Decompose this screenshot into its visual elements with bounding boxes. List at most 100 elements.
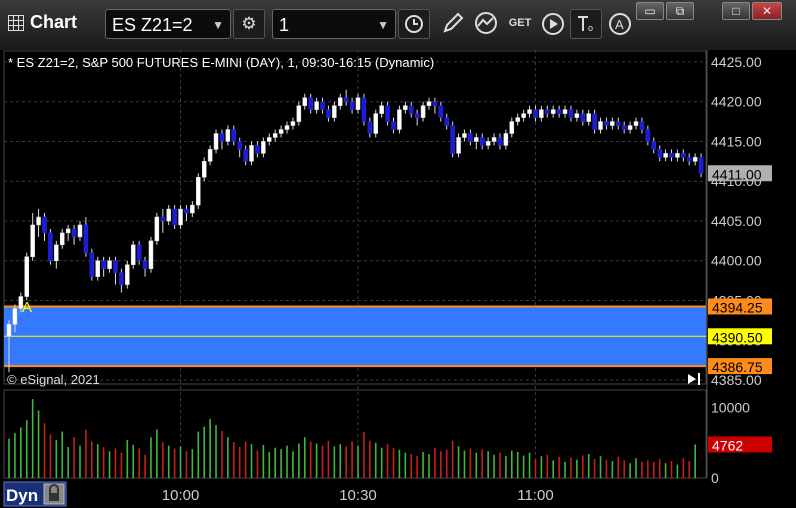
- candle-up: [675, 153, 680, 158]
- resize-icon[interactable]: ⧉: [666, 2, 694, 20]
- get-icon[interactable]: GET: [504, 9, 536, 39]
- candle-down: [545, 109, 550, 114]
- candle-down: [142, 260, 148, 269]
- candle-up: [290, 121, 296, 126]
- zone-mid-label: 4390.50: [712, 329, 763, 345]
- candle-up: [379, 105, 384, 114]
- candle-up: [296, 105, 302, 122]
- candle-down: [101, 260, 106, 269]
- restore-icon[interactable]: ▭: [636, 2, 664, 20]
- candle-up: [355, 97, 361, 110]
- svg-text:A: A: [615, 17, 624, 32]
- candle-down: [556, 109, 562, 114]
- candle-up: [130, 244, 136, 265]
- candle-up: [692, 157, 698, 162]
- candle-up: [338, 97, 343, 106]
- candle-down: [408, 105, 414, 114]
- interval-combobox[interactable]: 1 ▼: [272, 9, 396, 39]
- chart-window-titlebar: Chart ES Z21=2 ▼ ⚙ 1 ▼ GET o A ▭ ⧉ □ ✕: [0, 0, 796, 51]
- copyright-label: © eSignal, 2021: [7, 372, 100, 387]
- candle-down: [604, 121, 609, 126]
- candle-down: [479, 137, 485, 146]
- pencil-icon[interactable]: [437, 9, 469, 39]
- candle-down: [255, 145, 260, 154]
- candle-up: [125, 264, 130, 285]
- candle-down: [438, 105, 444, 118]
- candle-down: [326, 109, 331, 118]
- candle-up: [284, 125, 290, 130]
- candle-down: [580, 113, 586, 122]
- time-tick-label: 10:30: [339, 487, 377, 504]
- candle-up: [332, 105, 337, 118]
- play-icon[interactable]: [537, 9, 569, 39]
- candle-up: [462, 133, 467, 138]
- gear-icon[interactable]: ⚙: [233, 9, 265, 39]
- candle-up: [314, 101, 319, 110]
- candle-down: [219, 133, 225, 142]
- candle-down: [243, 149, 248, 162]
- candle-down: [343, 97, 349, 102]
- maximize-icon[interactable]: □: [722, 2, 750, 20]
- candle-down: [468, 133, 473, 142]
- candle-down: [639, 121, 645, 130]
- candle-down: [237, 141, 242, 150]
- close-icon[interactable]: ✕: [752, 2, 782, 20]
- symbol-combobox[interactable]: ES Z21=2 ▼: [105, 9, 231, 39]
- candle-up: [550, 109, 556, 114]
- candle-down: [533, 109, 538, 118]
- candle-up: [627, 125, 633, 130]
- candle-down: [184, 208, 189, 214]
- alert-icon[interactable]: A: [604, 9, 636, 39]
- candle-down: [136, 244, 142, 261]
- candle-up: [207, 149, 213, 162]
- dyn-label: Dyn: [6, 486, 38, 505]
- candle-up: [148, 240, 154, 269]
- candle-up: [166, 208, 171, 222]
- candle-up: [59, 232, 65, 246]
- candle-down: [391, 121, 396, 130]
- candle-up: [225, 129, 231, 142]
- lock-icon[interactable]: [43, 483, 65, 505]
- last-price-label: 4411.00: [712, 166, 762, 182]
- text-format-icon[interactable]: o: [570, 9, 602, 39]
- candle-up: [302, 97, 308, 106]
- price-tick-label: 4420.00: [711, 94, 762, 110]
- candle-up: [491, 137, 497, 142]
- candle-down: [414, 113, 420, 118]
- study-icon[interactable]: [470, 9, 502, 39]
- price-chart[interactable]: 4425.004420.004415.004410.004405.004400.…: [0, 50, 796, 508]
- candle-up: [663, 153, 668, 158]
- candle-down: [497, 137, 503, 146]
- candle-down: [172, 208, 177, 226]
- candle-down: [621, 125, 627, 130]
- candle-up: [521, 113, 526, 118]
- candle-up: [610, 121, 615, 126]
- candle-down: [645, 129, 651, 142]
- candle-up: [12, 308, 18, 325]
- candle-down: [669, 153, 674, 158]
- candle-down: [687, 157, 692, 162]
- candle-down: [308, 97, 313, 110]
- candle-up: [267, 137, 272, 142]
- candle-up: [527, 109, 532, 114]
- candle-up: [456, 137, 461, 154]
- clock-icon[interactable]: [398, 9, 430, 39]
- price-tick-label: 4425.00: [711, 54, 762, 70]
- candle-down: [568, 109, 574, 118]
- candle-down: [450, 125, 455, 154]
- price-tick-label: 4400.00: [711, 253, 762, 269]
- candle-up: [272, 133, 278, 138]
- candle-down: [367, 121, 373, 134]
- price-tick-label: 4415.00: [711, 133, 762, 149]
- candle-up: [24, 256, 29, 297]
- candle-down: [444, 117, 449, 126]
- candle-down: [113, 260, 118, 273]
- candle-down: [89, 252, 95, 277]
- candle-down: [385, 105, 390, 122]
- candle-down: [349, 101, 355, 110]
- volume-tick-label: 0: [711, 470, 719, 486]
- candle-down: [651, 141, 657, 150]
- window-title: Chart: [30, 12, 78, 32]
- candle-up: [95, 260, 100, 277]
- candle-down: [119, 272, 124, 285]
